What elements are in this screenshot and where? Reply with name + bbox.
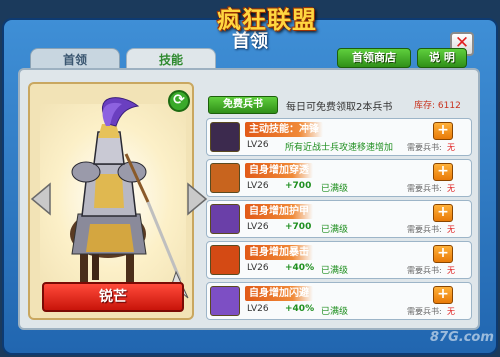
skill-row: 自身增加闪避 LV26 +40% 已满级 + 需要兵书: 无 xyxy=(206,282,472,320)
skill-bonus: +40% xyxy=(285,263,315,273)
skill-bonus: +700 xyxy=(285,181,312,191)
dodge-skill-icon xyxy=(210,286,240,316)
tab-skill[interactable]: 技能 xyxy=(126,48,216,70)
skill-name: 自身增加护甲 xyxy=(245,204,313,219)
skill-status: 已满级 xyxy=(321,307,349,317)
skill-level: LV26 xyxy=(247,263,269,273)
need-label: 需要兵书: xyxy=(407,266,442,275)
skill-description: 所有近战士兵攻速移速增加 xyxy=(285,143,394,153)
hero-portrait: ⟳ 锐芒 xyxy=(28,82,194,320)
skill-level: LV26 xyxy=(247,222,269,232)
skill-name: 主动技能：冲锋 xyxy=(245,122,323,137)
site-watermark: 87G.com xyxy=(430,330,494,345)
skill-status: 已满级 xyxy=(321,266,349,276)
armor-skill-icon xyxy=(210,204,240,234)
skill-name: 自身增加穿透 xyxy=(245,163,313,178)
need-value: 无 xyxy=(447,143,455,152)
free-book-text: 每日可免费领取2本兵书 xyxy=(286,102,393,113)
skill-level: LV26 xyxy=(247,181,269,191)
need-label: 需要兵书: xyxy=(407,307,442,316)
need-value: 无 xyxy=(447,266,455,275)
upgrade-button[interactable]: + xyxy=(433,204,453,222)
crit-skill-icon xyxy=(210,245,240,275)
skill-list: 主动技能：冲锋 LV26 所有近战士兵攻速移速增加 + 需要兵书: 无 自身增加… xyxy=(206,118,472,323)
refresh-icon[interactable]: ⟳ xyxy=(168,90,190,112)
upgrade-button[interactable]: + xyxy=(433,286,453,304)
boss-shop-button[interactable]: 首领商店 xyxy=(337,48,411,68)
game-logo: 疯狂联盟 xyxy=(217,4,317,34)
skill-bonus: +700 xyxy=(285,222,312,232)
upgrade-button[interactable]: + xyxy=(433,122,453,140)
need-value: 无 xyxy=(447,307,455,316)
next-hero-arrow-icon[interactable] xyxy=(186,182,208,216)
upgrade-button[interactable]: + xyxy=(433,163,453,181)
skill-bonus: +40% xyxy=(285,304,315,314)
charge-skill-icon xyxy=(210,122,240,152)
free-book-button[interactable]: 免费兵书 xyxy=(208,96,278,114)
prev-hero-arrow-icon[interactable] xyxy=(30,182,52,216)
skill-level: LV26 xyxy=(247,304,269,314)
skill-row: 主动技能：冲锋 LV26 所有近战士兵攻速移速增加 + 需要兵书: 无 xyxy=(206,118,472,156)
skill-name: 自身增加闪避 xyxy=(245,286,313,301)
skill-level: LV26 xyxy=(247,140,269,150)
need-value: 无 xyxy=(447,225,455,234)
skill-row: 自身增加暴击 LV26 +40% 已满级 + 需要兵书: 无 xyxy=(206,241,472,279)
skill-name: 自身增加暴击 xyxy=(245,245,313,260)
hero-name-ribbon: 锐芒 xyxy=(42,282,184,312)
penetration-skill-icon xyxy=(210,163,240,193)
book-stock: 库存: 6112 xyxy=(414,101,461,111)
need-label: 需要兵书: xyxy=(407,143,442,152)
upgrade-button[interactable]: + xyxy=(433,245,453,263)
skill-status: 已满级 xyxy=(321,184,349,194)
tab-boss[interactable]: 首领 xyxy=(30,48,120,70)
need-value: 无 xyxy=(447,184,455,193)
skill-status: 已满级 xyxy=(321,225,349,235)
need-label: 需要兵书: xyxy=(407,225,442,234)
help-button[interactable]: 说 明 xyxy=(417,48,467,68)
skill-row: 自身增加穿透 LV26 +700 已满级 + 需要兵书: 无 xyxy=(206,159,472,197)
need-label: 需要兵书: xyxy=(407,184,442,193)
skill-row: 自身增加护甲 LV26 +700 已满级 + 需要兵书: 无 xyxy=(206,200,472,238)
